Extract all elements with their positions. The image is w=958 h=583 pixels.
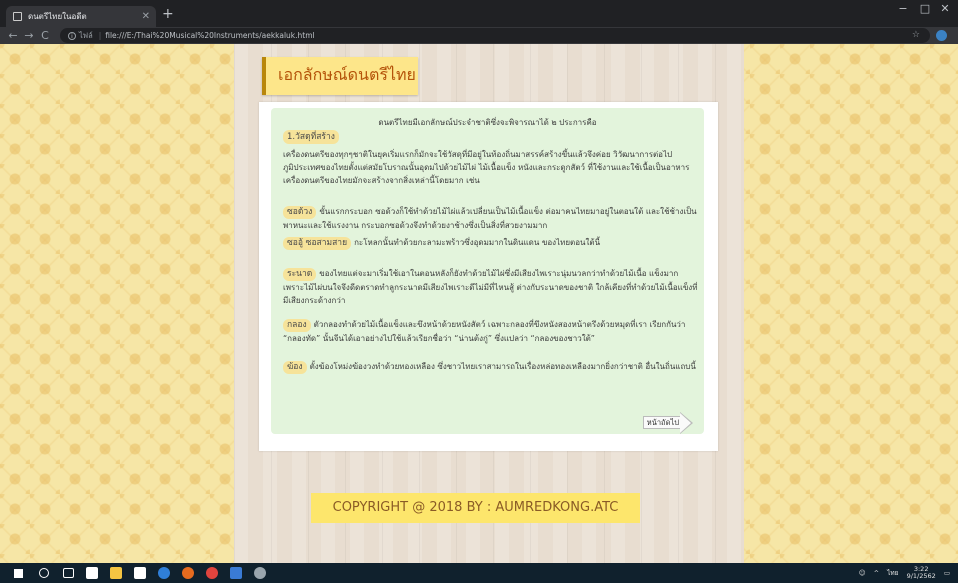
intro-text: ดนตรีไทยมีเอกลักษณ์ประจำชาติซึ่งจะพิจารณ… — [378, 118, 597, 127]
forward-button[interactable]: → — [22, 27, 36, 44]
item-label: กลอง — [283, 319, 311, 332]
app-icon[interactable] — [230, 567, 242, 579]
file-explorer-icon[interactable] — [110, 567, 122, 579]
opera-icon[interactable] — [206, 567, 218, 579]
tab-strip: ดนตรีไทยในอดีต ✕ + − □ ✕ — [0, 0, 958, 27]
back-button[interactable]: ← — [6, 27, 20, 44]
edge-icon[interactable] — [158, 567, 170, 579]
item-saw-duang: ซอด้วง ขั้นแรกกระบอก ซอด้วงก็ใช้ทำด้วยไม้… — [283, 205, 698, 232]
chevron-up-icon[interactable]: ^ — [874, 569, 879, 577]
item-text: กะโหลกนั้นทำด้วยกะลามะพร้าวซึ่งอุดมมากใน… — [354, 238, 601, 247]
url-text: file:///E:/Thai%20Musical%20Instruments/… — [105, 31, 315, 40]
taskbar: ☺ ^ ไทย 3:22 9/1/2562 ▭ — [0, 563, 958, 583]
page-title: เอกลักษณ์ดนตรีไทย — [262, 57, 418, 95]
people-icon[interactable]: ☺ — [859, 569, 866, 577]
item-ranat: ระนาด ของไทยแต่จะมาเริ่มใช้เอาในตอนหลังก็… — [283, 267, 698, 307]
item-label: ฆ้อง — [283, 361, 307, 374]
page-icon — [13, 12, 22, 21]
next-page-button[interactable]: หน้าถัดไป — [643, 412, 693, 434]
tab-title: ดนตรีไทยในอดีต — [28, 12, 87, 21]
browser-toolbar: ← → C i ไฟล์ | file:///E:/Thai%20Musical%20… — [0, 27, 958, 44]
address-bar[interactable]: i ไฟล์ | file:///E:/Thai%20Musical%20Instru… — [60, 28, 930, 43]
item-text: ขั้นแรกกระบอก ซอด้วงก็ใช้ทำด้วยไม้ไผ่แล้… — [283, 207, 697, 230]
store-icon[interactable] — [86, 567, 98, 579]
briefcase-icon[interactable] — [134, 567, 146, 579]
extension-icon[interactable] — [936, 30, 947, 41]
content-card: ดนตรีไทยมีเอกลักษณ์ประจำชาติซึ่งจะพิจารณ… — [259, 102, 718, 451]
item-klong: กลอง ตัวกลองทำด้วยไม้เนื้อแข็งและขึงหน้าด… — [283, 318, 698, 345]
clock-date: 9/1/2562 — [906, 572, 936, 580]
star-icon[interactable]: ☆ — [912, 28, 920, 43]
firefox-icon[interactable] — [182, 567, 194, 579]
section-heading-label: 1.วัสดุที่สร้าง — [283, 130, 339, 144]
item-label: ซออู้ ซอสามสาย — [283, 237, 352, 250]
section-heading: 1.วัสดุที่สร้าง — [283, 130, 342, 144]
item-saw-u: ซออู้ ซอสามสาย กะโหลกนั้นทำด้วยกะลามะพร้า… — [283, 236, 698, 250]
windows-start-icon[interactable] — [14, 569, 23, 578]
browser-tab[interactable]: ดนตรีไทยในอดีต ✕ — [6, 6, 156, 27]
page-viewport: เอกลักษณ์ดนตรีไทย ดนตรีไทยมีเอกลักษณ์ประ… — [0, 44, 958, 563]
language-indicator[interactable]: ไทย — [887, 569, 898, 577]
next-page-label: หน้าถัดไป — [643, 416, 681, 429]
separator: | — [98, 31, 102, 40]
item-text: ของไทยแต่จะมาเริ่มใช้เอาในตอนหลังก็ยังทำ… — [283, 269, 698, 305]
close-icon[interactable]: ✕ — [142, 6, 150, 27]
item-text: ตัวกลองทำด้วยไม้เนื้อแข็งและขึงหน้าด้วยห… — [283, 320, 686, 343]
clock[interactable]: 3:22 9/1/2562 — [907, 566, 936, 580]
info-icon[interactable]: i — [68, 32, 76, 40]
copyright-banner: COPYRIGHT @ 2018 BY : AUMREDKONG.ATC — [311, 493, 640, 523]
close-window-button[interactable]: ✕ — [932, 2, 958, 15]
arrow-right-inner — [680, 413, 691, 433]
task-view-icon[interactable] — [63, 568, 74, 578]
reload-button[interactable]: C — [38, 27, 52, 44]
security-label: ไฟล์ — [79, 31, 93, 40]
search-icon[interactable] — [39, 568, 49, 578]
misc-app-icon[interactable] — [254, 567, 266, 579]
content-panel: ดนตรีไทยมีเอกลักษณ์ประจำชาติซึ่งจะพิจารณ… — [271, 108, 704, 434]
item-khong: ฆ้อง ตั้งฆ้องโหม่งฆ้องวงทำด้วยทองเหลือง ซ… — [283, 360, 698, 374]
section-paragraph: เครื่องดนตรีของทุกๆชาติในยุคเริ่มแรกก็มั… — [283, 150, 690, 185]
item-text: ตั้งฆ้องโหม่งฆ้องวงทำด้วยทองเหลือง ซึ่งช… — [309, 362, 696, 371]
new-tab-button[interactable]: + — [162, 6, 174, 22]
item-label: ซอด้วง — [283, 206, 317, 219]
browser-chrome: ดนตรีไทยในอดีต ✕ + − □ ✕ ← → C i ไฟล์ | fil… — [0, 0, 958, 44]
notification-icon[interactable]: ▭ — [944, 569, 950, 577]
item-label: ระนาด — [283, 268, 317, 281]
system-tray: ☺ ^ ไทย 3:22 9/1/2562 ▭ — [859, 563, 950, 583]
